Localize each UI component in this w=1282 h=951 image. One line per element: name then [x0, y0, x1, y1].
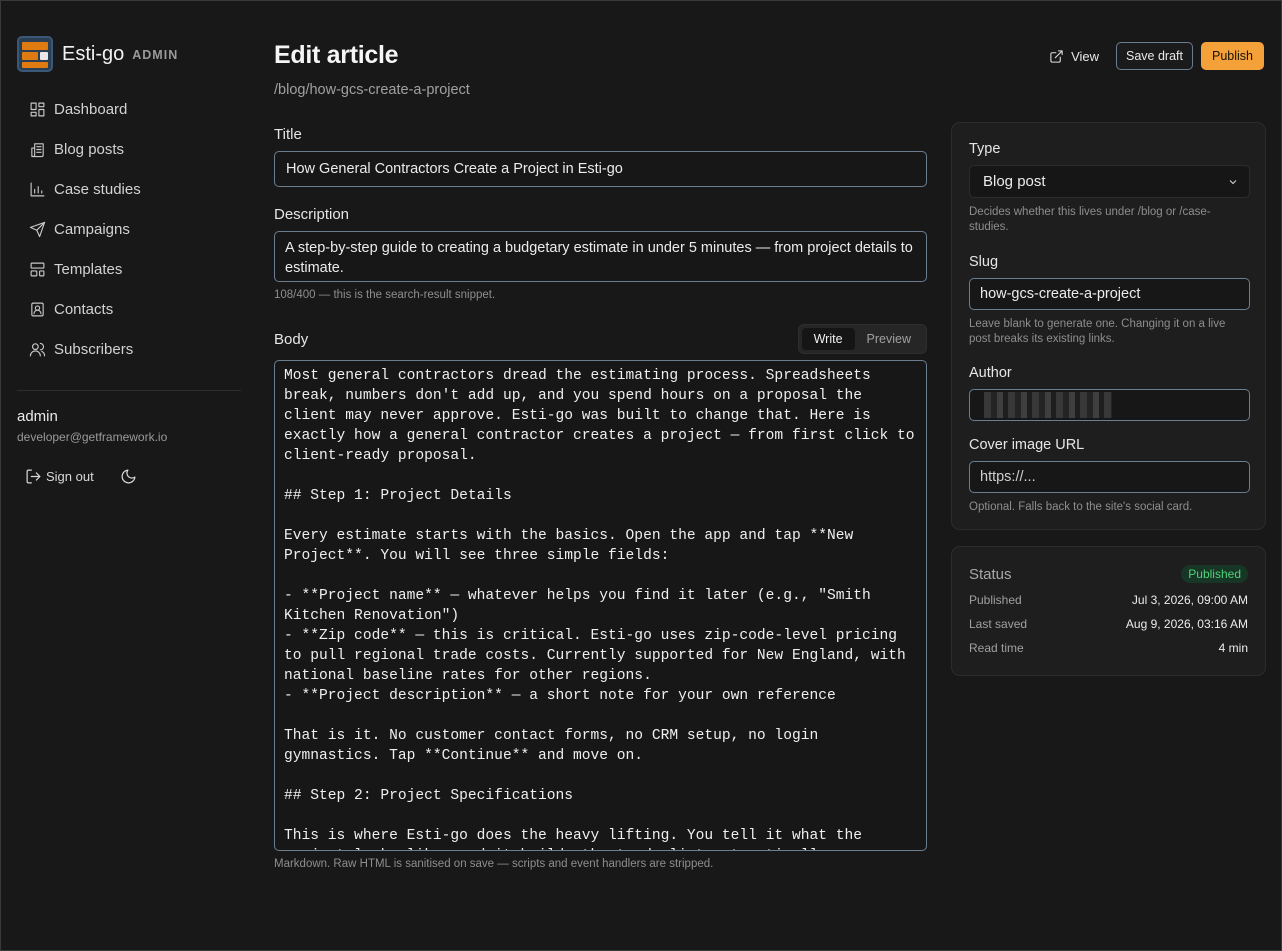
sidebar-item-label: Case studies [54, 180, 141, 198]
body-header: Body Write Preview [274, 324, 927, 354]
status-value: Jul 3, 2026, 09:00 AM [1131, 593, 1248, 607]
view-label: View [1071, 48, 1100, 64]
status-value: 4 min [1218, 641, 1248, 655]
chevron-down-icon [1229, 179, 1237, 184]
external-link-icon [1050, 49, 1063, 63]
user-actions: Sign out [17, 464, 241, 489]
status-row: Last saved Aug 9, 2026, 03:16 AM [969, 617, 1248, 631]
logo [17, 36, 53, 72]
sidebar-item-label: Templates [54, 260, 123, 278]
title-label: Title [274, 126, 302, 143]
body-mode-toggle: Write Preview [797, 324, 927, 354]
layout-icon [30, 262, 45, 276]
type-hint: Decides whether this lives under /blog o… [969, 206, 1211, 233]
send-icon [29, 221, 46, 237]
users-icon [29, 342, 46, 356]
status-header: Status Published [969, 565, 1248, 583]
cover-image-label: Cover image URL [969, 437, 1085, 453]
sidebar-item-case-studies[interactable]: Case studies [17, 169, 241, 209]
bar-chart-icon [30, 182, 45, 196]
sidebar-item-blog-posts[interactable]: Blog posts [17, 129, 241, 169]
sidebar-item-label: Dashboard [54, 100, 128, 118]
body-label: Body [274, 330, 309, 348]
status-value: Aug 9, 2026, 03:16 AM [1125, 617, 1248, 631]
status-rows: Published Jul 3, 2026, 09:00 AM Last sav… [969, 593, 1248, 655]
sidebar-item-dashboard[interactable]: Dashboard [17, 89, 241, 129]
slug-label: Slug [969, 254, 999, 270]
author-label: Author [969, 365, 1012, 381]
status-key: Read time [969, 641, 1024, 655]
status-badge: Published [1181, 565, 1248, 583]
user-email: developer@getframework.io [17, 430, 168, 444]
type-select[interactable]: Blog post [969, 165, 1250, 198]
brand-name: Esti-go [62, 42, 125, 65]
description-input[interactable]: A step-by-step guide to creating a budge… [274, 231, 927, 282]
page-path: /blog/how-gcs-create-a-project [274, 82, 470, 98]
dashboard-icon [30, 102, 45, 116]
description-hint: 108/400 — this is the search-result snip… [274, 289, 496, 301]
view-button[interactable]: View [1049, 49, 1099, 64]
sign-out-icon [26, 469, 41, 484]
status-row: Published Jul 3, 2026, 09:00 AM [969, 593, 1248, 607]
description-label: Description [274, 206, 350, 223]
save-draft-button[interactable]: Save draft [1116, 42, 1193, 70]
type-label: Type [969, 141, 1001, 157]
status-title: Status [969, 565, 1012, 583]
status-row: Read time 4 min [969, 641, 1248, 655]
publish-button[interactable]: Publish [1201, 42, 1264, 70]
sign-out-button[interactable]: Sign out [17, 464, 102, 489]
author-value-redacted [984, 392, 1112, 418]
author-input[interactable] [969, 389, 1250, 421]
brand-tag: ADMIN [132, 48, 179, 62]
sidebar-item-label: Subscribers [54, 340, 134, 358]
sidebar-item-label: Blog posts [54, 140, 125, 158]
status-key: Published [969, 593, 1022, 607]
sign-out-label: Sign out [46, 469, 94, 484]
theme-toggle-button[interactable] [116, 464, 141, 489]
sidebar-item-contacts[interactable]: Contacts [17, 289, 241, 329]
type-select-value: Blog post [983, 173, 1046, 190]
tab-write[interactable]: Write [801, 328, 855, 350]
slug-hint: Leave blank to generate one. Changing it… [969, 318, 1226, 345]
cover-image-input[interactable]: https://... [969, 461, 1250, 493]
user-name: admin [17, 408, 58, 425]
title-input[interactable]: How General Contractors Create a Project… [274, 151, 927, 187]
header-actions: View Save draft Publish [1049, 42, 1264, 70]
newspaper-icon [31, 142, 44, 157]
status-panel: Status Published Published Jul 3, 2026, … [951, 546, 1266, 676]
cover-image-hint: Optional. Falls back to the site's socia… [969, 501, 1193, 513]
page-title: Edit article [274, 41, 399, 69]
brand[interactable]: Esti-go ADMIN [17, 35, 241, 73]
contact-icon [31, 302, 44, 316]
sidebar-item-subscribers[interactable]: Subscribers [17, 329, 241, 369]
status-key: Last saved [969, 617, 1028, 631]
slug-input[interactable]: how-gcs-create-a-project [969, 278, 1250, 310]
settings-panel: Type Blog post Decides whether this live… [951, 122, 1266, 530]
sidebar-item-label: Contacts [54, 300, 114, 318]
sidebar-item-label: Campaigns [54, 220, 130, 238]
editor-main: Edit article /blog/how-gcs-create-a-proj… [274, 41, 927, 870]
sidebar-nav: Dashboard Blog posts Case studies Campai… [17, 89, 241, 369]
moon-icon [121, 469, 136, 484]
sidebar-divider [17, 390, 241, 391]
body-textarea[interactable]: Most general contractors dread the estim… [274, 360, 927, 851]
sidebar-item-templates[interactable]: Templates [17, 249, 241, 289]
sidebar-item-campaigns[interactable]: Campaigns [17, 209, 241, 249]
body-hint: Markdown. Raw HTML is sanitised on save … [274, 858, 714, 870]
tab-preview[interactable]: Preview [855, 328, 923, 350]
sidebar: Esti-go ADMIN Dashboard Blog posts Case … [17, 35, 241, 489]
